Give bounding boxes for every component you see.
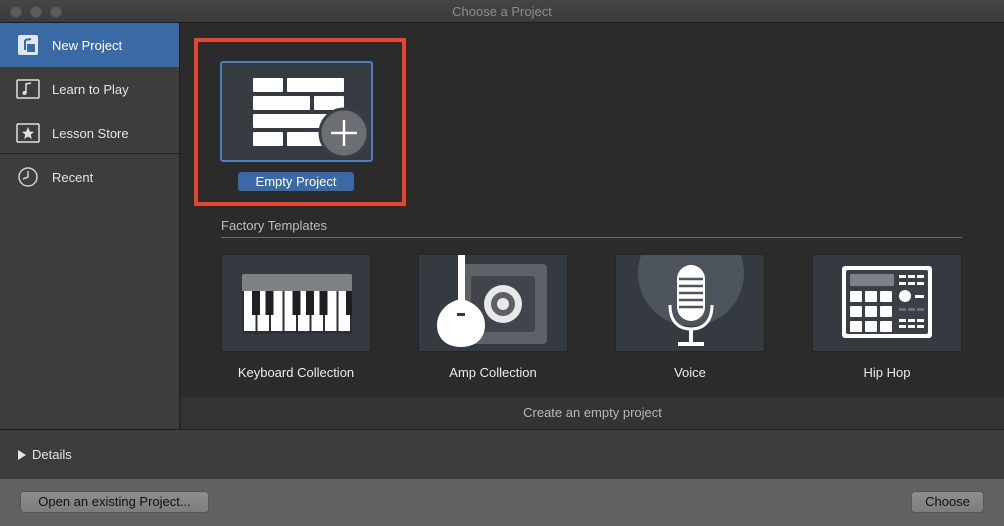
brick-plus-icon [253,78,370,159]
piano-keys-icon [242,274,352,334]
sidebar-item-recent[interactable]: Recent [0,155,179,199]
template-keyboard-collection[interactable] [221,254,371,352]
clock-icon [16,167,40,187]
window-title: Choose a Project [452,4,552,19]
new-project-icon [16,35,40,55]
title-bar: Choose a Project [0,0,1004,23]
sidebar-divider [0,153,179,154]
sidebar-item-label: Learn to Play [52,81,129,97]
template-voice[interactable] [615,254,765,352]
section-title: Factory Templates [221,218,327,233]
template-label: Keyboard Collection [237,365,355,380]
template-amp-collection[interactable] [418,254,568,352]
empty-project-label[interactable]: Empty Project [238,172,354,191]
details-panel: Details [0,429,1004,479]
guitar-amp-icon [437,255,547,347]
music-note-icon [16,79,40,99]
sidebar-item-learn-to-play[interactable]: Learn to Play [0,67,179,111]
sidebar-item-new-project[interactable]: New Project [0,23,179,67]
section-divider [221,237,962,238]
sidebar-item-label: Recent [52,169,94,185]
sidebar-item-lesson-store[interactable]: Lesson Store [0,111,179,155]
star-icon [16,123,40,143]
empty-project-tile[interactable] [220,61,373,162]
sidebar-item-label: Lesson Store [52,125,129,141]
drum-machine-icon [842,266,932,338]
disclosure-triangle-icon [18,449,26,460]
template-label: Amp Collection [449,365,537,380]
project-chooser: Empty Project Factory Templates Keyboard… [181,23,1004,429]
details-disclosure[interactable]: Details [18,447,72,462]
template-hip-hop[interactable] [812,254,962,352]
template-label: Hip Hop [863,365,911,380]
bottom-bar: Open an existing Project... Choose [0,479,1004,526]
open-existing-project-button[interactable]: Open an existing Project... [20,491,209,513]
status-text: Create an empty project [181,397,1004,429]
details-label: Details [32,447,72,462]
sidebar-item-label: New Project [52,37,123,53]
microphone-icon [638,255,744,346]
template-label: Voice [674,365,706,380]
choose-button[interactable]: Choose [911,491,984,513]
sidebar: New Project Learn to Play Lesson Store R… [0,23,180,429]
